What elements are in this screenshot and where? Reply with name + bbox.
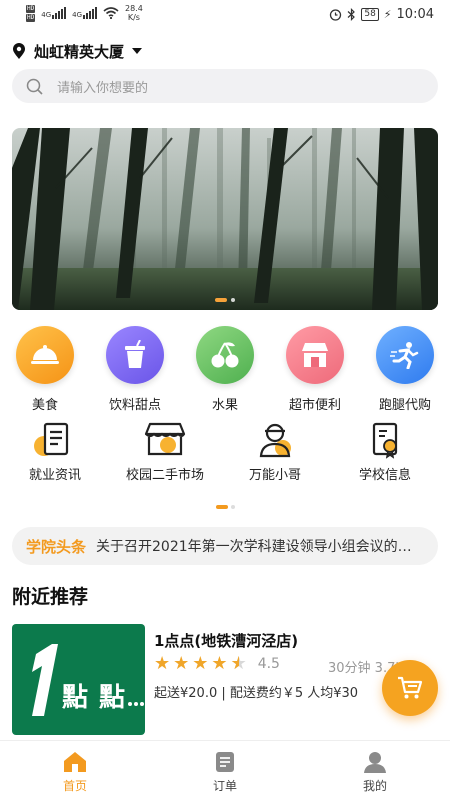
star-icon: ★ xyxy=(173,653,190,674)
service-school-info[interactable]: 学校信息 xyxy=(330,420,440,483)
service-handyman[interactable]: 万能小哥 xyxy=(220,420,330,483)
tab-label: 首页 xyxy=(62,779,87,793)
runner-icon xyxy=(376,326,434,384)
news-ticker[interactable]: 学院头条 关于召开2021年第一次学科建设领导小组会议的通知 xyxy=(12,527,438,565)
category-label: 饮料甜点 xyxy=(108,398,161,413)
category-grid: 美食 饮料甜点 水果 超市便利 跑腿代购 xyxy=(0,326,450,413)
location-pin-icon xyxy=(13,42,25,59)
star-icon: ★ xyxy=(154,653,171,674)
hd-badge: HD xyxy=(26,13,36,22)
pagination-dot-active xyxy=(215,298,227,302)
caret-down-icon xyxy=(132,48,143,54)
cart-button[interactable] xyxy=(382,660,438,716)
signal-icon xyxy=(52,7,67,19)
category-errand[interactable]: 跑腿代购 xyxy=(360,326,450,413)
hd-badge: HD xyxy=(26,4,36,13)
news-headline: 关于召开2021年第一次学科建设领导小组会议的通知 xyxy=(96,539,413,555)
battery-indicator: 58 xyxy=(361,8,379,21)
pagination-dot xyxy=(231,298,235,302)
svg-text:點: 點 xyxy=(62,683,88,713)
drink-cup-icon xyxy=(106,326,164,384)
category-label: 美食 xyxy=(31,398,58,413)
speed-value: 28.4 xyxy=(125,4,143,13)
cherry-icon xyxy=(196,326,254,384)
star-icon: ★ xyxy=(192,653,209,674)
star-icon: ★ xyxy=(211,653,228,674)
service-label: 万能小哥 xyxy=(248,468,301,483)
section-title: 附近推荐 xyxy=(12,586,89,608)
shop-card[interactable]: 點 點 1点点(地铁漕河泾店) ★ ★ ★ ★ ★ 4.5 30分钟 3.7km… xyxy=(12,624,438,736)
category-label: 跑腿代购 xyxy=(378,398,431,413)
tab-label: 订单 xyxy=(212,779,237,793)
alarm-icon xyxy=(330,9,342,21)
banner-pagination xyxy=(12,298,438,302)
order-icon xyxy=(216,752,234,772)
category-label: 水果 xyxy=(211,398,238,413)
network-label: 4G xyxy=(72,11,83,19)
category-fruit[interactable]: 水果 xyxy=(180,326,270,413)
tab-orders[interactable]: 订单 xyxy=(150,741,300,800)
bottom-tab-bar: 首页 订单 我的 xyxy=(0,740,450,800)
service-grid: 就业资讯 校园二手市场 万能小哥 学校信息 xyxy=(0,420,450,483)
shop-rating: ★ ★ ★ ★ ★ 4.5 xyxy=(154,653,280,674)
store-icon xyxy=(286,326,344,384)
market-stall-icon xyxy=(140,420,190,460)
profile-icon xyxy=(364,752,386,773)
service-label: 校园二手市场 xyxy=(125,468,204,483)
search-placeholder: 请输入你想要的 xyxy=(57,80,149,96)
service-jobs[interactable]: 就业资讯 xyxy=(0,420,110,483)
delivery-fee-info: 起送¥20.0 | 配送费约￥5 人均¥30 xyxy=(154,686,359,701)
service-secondhand-market[interactable]: 校园二手市场 xyxy=(110,420,220,483)
location-name: 灿虹精英大厦 xyxy=(34,42,125,61)
hd-badges: HD HD xyxy=(26,4,36,22)
category-food[interactable]: 美食 xyxy=(0,326,90,413)
bluetooth-icon xyxy=(347,8,356,21)
pagination-dot xyxy=(230,505,235,509)
food-dome-icon xyxy=(16,326,74,384)
service-label: 就业资讯 xyxy=(28,468,81,483)
document-icon xyxy=(30,420,80,460)
service-label: 学校信息 xyxy=(358,468,411,483)
category-label: 超市便利 xyxy=(288,398,341,413)
speed-unit: K/s xyxy=(127,13,140,22)
cart-icon xyxy=(398,676,423,699)
courier-icon xyxy=(250,420,300,460)
news-tag: 学院头条 xyxy=(26,537,87,556)
svg-text:點: 點 xyxy=(99,683,125,713)
tab-home[interactable]: 首页 xyxy=(0,741,150,800)
shop-name: 1点点(地铁漕河泾店) xyxy=(154,632,299,650)
tab-profile[interactable]: 我的 xyxy=(300,741,450,800)
category-supermarket[interactable]: 超市便利 xyxy=(270,326,360,413)
banner-image xyxy=(12,128,438,310)
clock-time: 10:04 xyxy=(396,7,434,22)
notice-icon xyxy=(360,420,410,460)
location-selector[interactable]: 灿虹精英大厦 xyxy=(12,40,143,62)
network-speed: 28.4 K/s xyxy=(125,4,143,22)
promo-banner[interactable] xyxy=(12,128,438,310)
wifi-icon xyxy=(103,7,119,19)
rating-value: 4.5 xyxy=(257,656,280,672)
network-label: 4G xyxy=(41,11,52,19)
category-pagination xyxy=(0,505,450,509)
search-input[interactable]: 请输入你想要的 xyxy=(12,69,438,103)
category-drinks[interactable]: 饮料甜点 xyxy=(90,326,180,413)
signal-icon xyxy=(83,7,98,19)
half-star-icon: ★ xyxy=(231,655,247,674)
home-icon xyxy=(64,752,86,772)
status-bar: HD HD 4G 4G 28.4 K/s 58 ⚡ 10:04 xyxy=(0,0,450,32)
pagination-dot-active xyxy=(215,505,228,509)
search-icon xyxy=(26,78,43,95)
charging-icon: ⚡ xyxy=(383,8,392,21)
tab-label: 我的 xyxy=(362,779,387,793)
shop-logo: 點 點 xyxy=(12,624,145,735)
